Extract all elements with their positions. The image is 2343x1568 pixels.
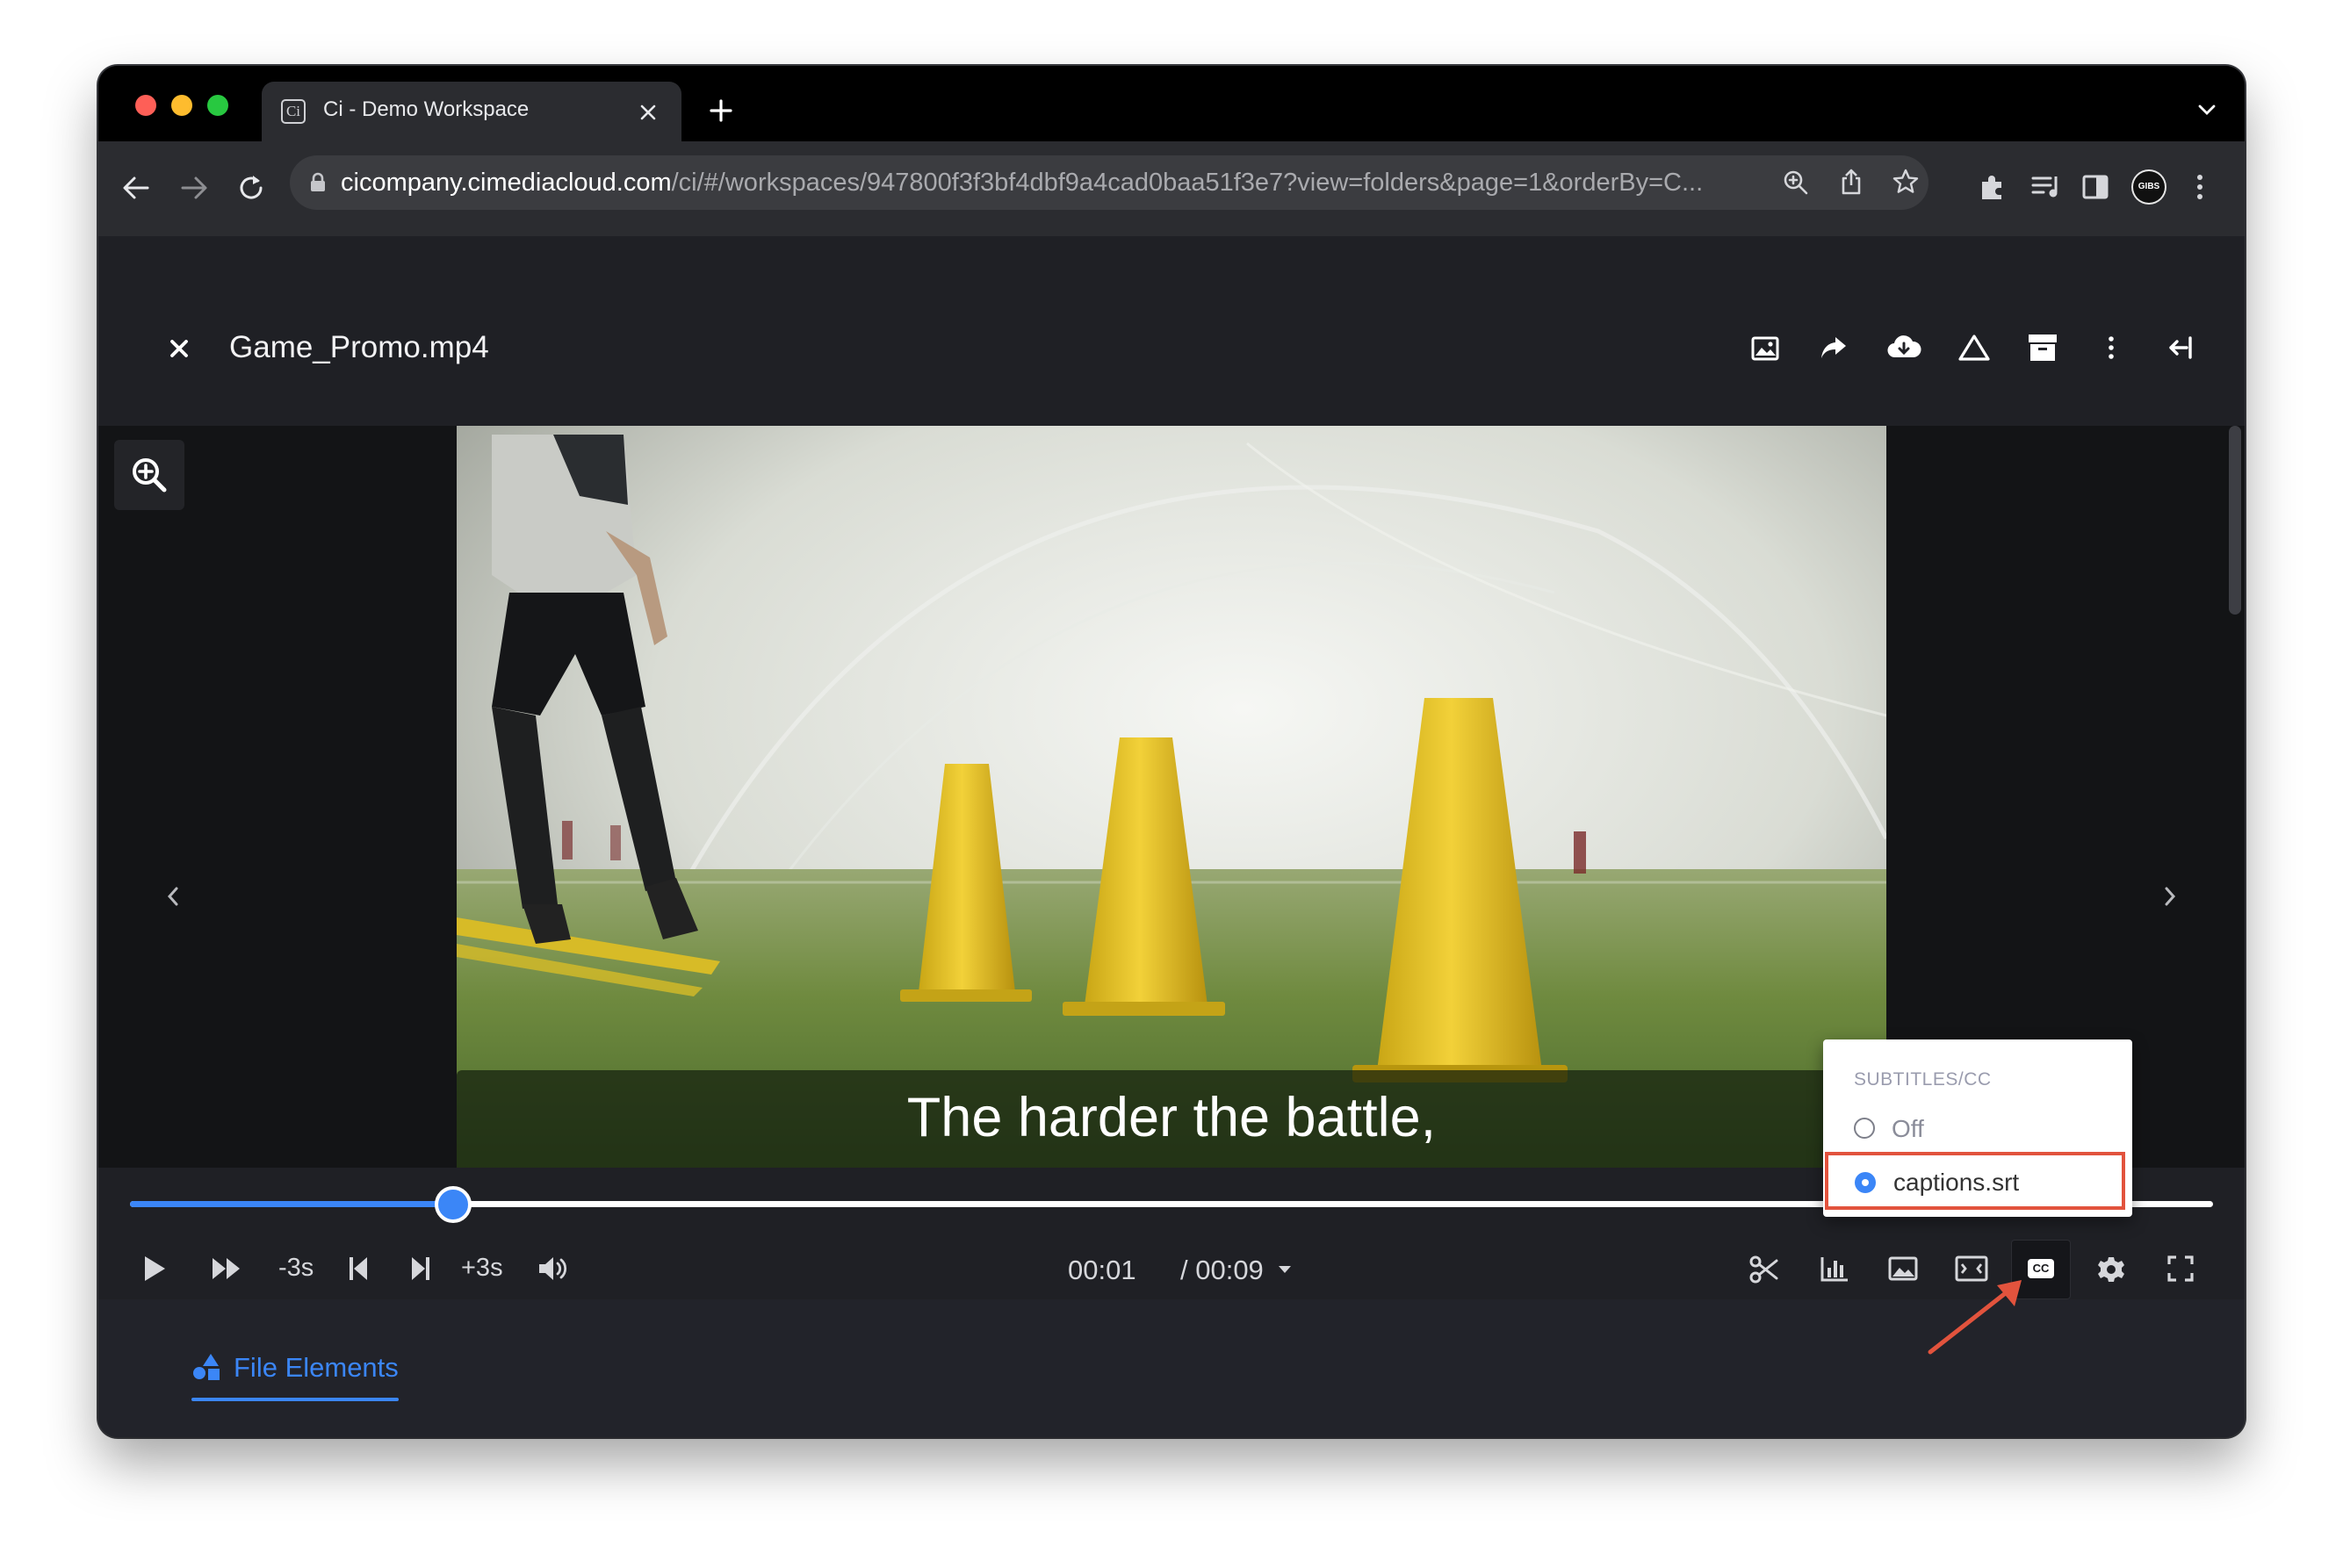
radio-selected-icon[interactable]: [1855, 1172, 1876, 1193]
media-controls-icon[interactable]: [2030, 173, 2062, 201]
close-tab-icon[interactable]: [639, 104, 657, 121]
thumbnail-image-icon[interactable]: [1888, 1256, 1918, 1281]
scissors-icon[interactable]: [1749, 1255, 1779, 1284]
close-viewer-icon[interactable]: [169, 338, 190, 359]
zoom-window-button[interactable]: [207, 95, 228, 116]
bookmark-star-icon[interactable]: [1892, 168, 1920, 196]
current-time: 00:01: [1068, 1255, 1136, 1285]
image-icon[interactable]: [1751, 336, 1779, 361]
subtitle-option-captions-label: captions.srt: [1893, 1169, 2020, 1196]
forward-3s-button[interactable]: +3s: [461, 1254, 503, 1283]
previous-file-chevron-icon[interactable]: [167, 886, 179, 907]
fast-forward-icon[interactable]: [211, 1256, 242, 1281]
file-elements-shapes-icon: [193, 1354, 220, 1380]
subtitle-option-captions[interactable]: captions.srt: [1825, 1152, 2125, 1210]
share-icon[interactable]: [1839, 168, 1864, 196]
close-window-button[interactable]: [135, 95, 156, 116]
subtitles-menu: SUBTITLES/CC Off captions.srt: [1823, 1039, 2132, 1217]
scrollbar-thumb[interactable]: [2229, 426, 2241, 615]
url-field[interactable]: cicompany.cimediacloud.com/ci/#/workspac…: [290, 155, 1928, 210]
subtitle-option-off[interactable]: Off: [1841, 1106, 2122, 1150]
address-bar: cicompany.cimediacloud.com/ci/#/workspac…: [98, 141, 2245, 236]
volume-icon[interactable]: [537, 1255, 569, 1282]
progress-handle[interactable]: [434, 1186, 472, 1223]
profile-badge-text: GIBS: [2133, 171, 2165, 203]
annotation-arrow: [1928, 1280, 2022, 1355]
audio-levels-icon[interactable]: [1820, 1255, 1849, 1282]
tab-ci-demo-workspace[interactable]: Ci Ci - Demo Workspace: [262, 82, 681, 143]
favicon-icon: Ci: [281, 99, 306, 124]
cloud-download-icon[interactable]: [1886, 333, 1921, 361]
timecode-dropdown-icon[interactable]: [1277, 1264, 1293, 1275]
fullscreen-icon[interactable]: [2167, 1255, 2194, 1282]
side-panel-icon[interactable]: [2081, 173, 2109, 201]
radio-unselected-icon[interactable]: [1854, 1118, 1875, 1139]
next-file-chevron-icon[interactable]: [2164, 886, 2176, 907]
zoom-icon[interactable]: [1783, 169, 1809, 196]
new-tab-icon[interactable]: [709, 98, 733, 123]
more-options-icon[interactable]: [2107, 334, 2116, 361]
archive-icon[interactable]: [2027, 333, 2058, 363]
duration[interactable]: / 00:09: [1180, 1255, 1264, 1286]
tab-bar: Ci Ci - Demo Workspace: [98, 66, 2245, 143]
shape-icon[interactable]: [1957, 333, 1992, 363]
collapse-panel-icon[interactable]: [2167, 336, 2194, 359]
next-frame-icon[interactable]: [410, 1255, 431, 1282]
lock-icon[interactable]: [309, 172, 327, 193]
zoom-button[interactable]: [114, 440, 184, 510]
profile-avatar[interactable]: GIBS: [2131, 169, 2166, 205]
subtitles-menu-title: SUBTITLES/CC: [1854, 1069, 1992, 1090]
tab-title: Ci - Demo Workspace: [323, 97, 530, 121]
active-tab-underline: [191, 1398, 399, 1401]
back-arrow-icon[interactable]: [121, 173, 151, 203]
forward-arrow-icon[interactable]: [179, 173, 209, 203]
viewer-header: Game_Promo.mp4: [98, 236, 2245, 426]
reload-icon[interactable]: [235, 172, 267, 204]
share-forward-icon[interactable]: [1820, 334, 1848, 361]
browser-window: Ci Ci - Demo Workspace cicompany.cimedia…: [98, 66, 2245, 1437]
play-icon[interactable]: [142, 1255, 167, 1283]
minimize-window-button[interactable]: [171, 95, 192, 116]
progress-fill: [130, 1201, 453, 1207]
zoom-in-icon: [133, 458, 167, 493]
subtitle-option-off-label: Off: [1892, 1115, 1924, 1142]
settings-gear-icon[interactable]: [2097, 1255, 2125, 1284]
extensions-puzzle-icon[interactable]: [1978, 172, 2008, 202]
video-frame[interactable]: The harder the battle,: [457, 426, 1886, 1234]
url-domain: cicompany.cimediacloud.com: [341, 169, 672, 197]
tab-search-chevron-icon[interactable]: [2197, 103, 2217, 117]
url-text: cicompany.cimediacloud.com/ci/#/workspac…: [341, 169, 1703, 198]
previous-frame-icon[interactable]: [348, 1255, 369, 1282]
subtitle-text: The harder the battle,: [906, 1087, 1437, 1148]
file-name-title: Game_Promo.mp4: [229, 330, 489, 364]
tab-file-elements-label: File Elements: [234, 1352, 399, 1383]
chrome-menu-icon[interactable]: [2195, 173, 2205, 201]
url-path: /ci/#/workspaces/947800f3f3bf4dbf9a4cad0…: [671, 169, 1704, 197]
rewind-3s-button[interactable]: -3s: [278, 1254, 314, 1283]
